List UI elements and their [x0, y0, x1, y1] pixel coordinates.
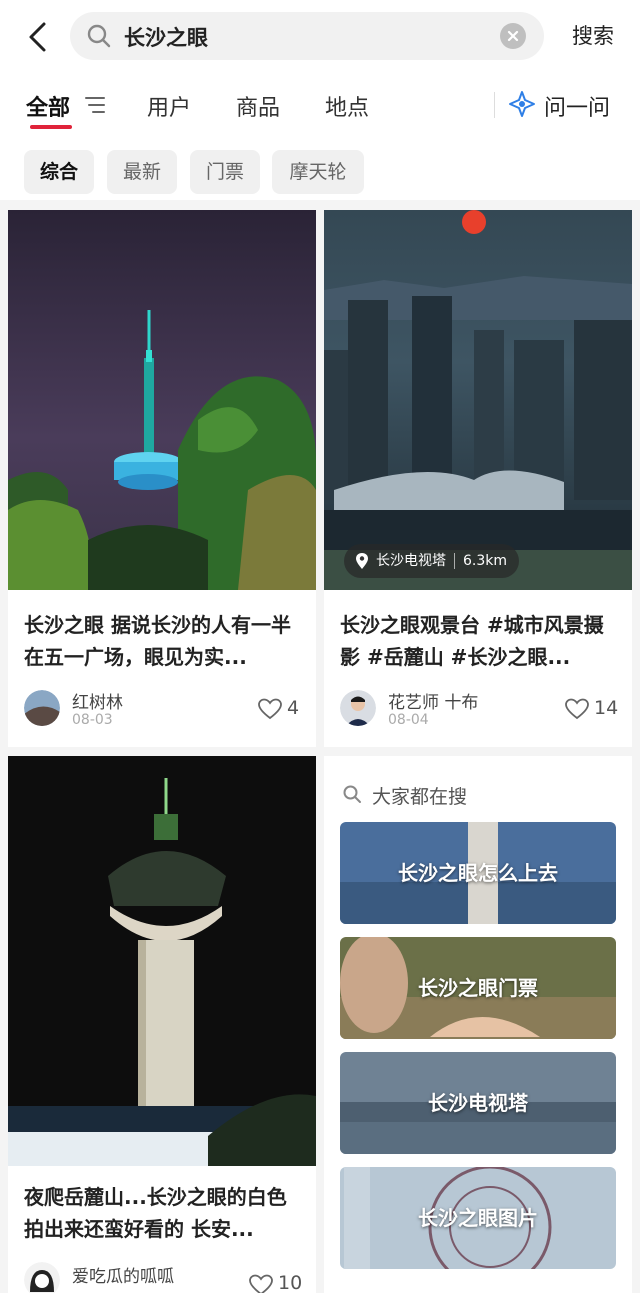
tab-users[interactable]: 用户: [147, 90, 191, 122]
popular-searches-card: 大家都在搜 长沙之眼怎么上去 长沙之眼门票 长沙电视塔 长沙之眼图片: [324, 756, 632, 1293]
post-title[interactable]: 夜爬岳麓山...长沙之眼的白色拍出来还蛮好看的 长安...: [24, 1181, 304, 1245]
ask-sparkle-icon[interactable]: [508, 90, 536, 118]
clear-search-button[interactable]: [500, 23, 526, 49]
suggestion-label: 长沙电视塔: [428, 1091, 528, 1115]
suggestion-label: 长沙之眼图片: [418, 1206, 538, 1230]
location-distance: 6.3km: [463, 553, 508, 569]
tab-places[interactable]: 地点: [325, 90, 369, 122]
like-count: 4: [287, 697, 300, 719]
post-card[interactable]: 夜爬岳麓山...长沙之眼的白色拍出来还蛮好看的 长安... 爱吃瓜的呱呱 10: [8, 756, 316, 1293]
avatar[interactable]: [340, 690, 376, 726]
category-tabs: 全部 用户 商品 地点 问一问: [0, 72, 640, 138]
post-date: 08-04: [388, 712, 429, 728]
chip-tickets[interactable]: 门票: [190, 150, 260, 194]
suggestion-item[interactable]: 长沙之眼怎么上去: [340, 822, 616, 924]
avatar[interactable]: [24, 1262, 60, 1293]
post-image[interactable]: [324, 210, 632, 590]
chip-comprehensive[interactable]: 综合: [24, 150, 94, 194]
like-count: 14: [594, 697, 619, 719]
location-pin-icon: [356, 553, 368, 569]
chip-latest[interactable]: 最新: [107, 150, 177, 194]
ask-button[interactable]: 问一问: [544, 90, 610, 122]
post-card[interactable]: 长沙电视塔 6.3km 长沙之眼观景台 #城市风景摄影 #岳麓山 #长沙之眼..…: [324, 210, 632, 747]
chip-ferris-wheel[interactable]: 摩天轮: [272, 150, 364, 194]
suggestion-label: 长沙之眼门票: [418, 976, 538, 1000]
location-tag[interactable]: 长沙电视塔 6.3km: [344, 544, 520, 578]
location-name: 长沙电视塔: [376, 553, 446, 569]
filter-icon[interactable]: [84, 94, 106, 116]
post-author[interactable]: 花艺师 十布: [388, 688, 478, 713]
like-count: 10: [278, 1272, 303, 1293]
tab-divider: [494, 92, 495, 118]
post-title[interactable]: 长沙之眼 据说长沙的人有一半在五一广场，眼见为实...: [24, 609, 304, 673]
search-icon: [343, 785, 361, 803]
back-arrow-icon[interactable]: [24, 20, 54, 54]
filter-chips: 综合 最新 门票 摩天轮: [0, 138, 640, 200]
search-input[interactable]: 长沙之眼: [70, 12, 544, 60]
post-date: 08-03: [72, 712, 113, 728]
heart-icon[interactable]: [249, 1274, 273, 1293]
active-tab-indicator: [30, 125, 72, 129]
suggestion-item[interactable]: 长沙电视塔: [340, 1052, 616, 1154]
suggestion-item[interactable]: 长沙之眼门票: [340, 937, 616, 1039]
post-author[interactable]: 红树林: [72, 688, 123, 713]
search-query: 长沙之眼: [124, 26, 208, 50]
post-image[interactable]: [8, 756, 316, 1166]
post-title[interactable]: 长沙之眼观景台 #城市风景摄影 #岳麓山 #长沙之眼...: [340, 609, 620, 673]
search-icon: [87, 24, 111, 48]
post-image[interactable]: [8, 210, 316, 590]
search-button[interactable]: 搜索: [572, 20, 614, 50]
post-author[interactable]: 爱吃瓜的呱呱: [72, 1262, 174, 1287]
popular-searches-heading: 大家都在搜: [372, 786, 468, 808]
tab-products[interactable]: 商品: [236, 90, 280, 122]
heart-icon[interactable]: [565, 698, 589, 720]
top-bar: 长沙之眼 搜索: [0, 0, 640, 72]
heart-icon[interactable]: [258, 698, 282, 720]
post-card[interactable]: 长沙之眼 据说长沙的人有一半在五一广场，眼见为实... 红树林 08-03 4: [8, 210, 316, 747]
location-separator: [454, 553, 455, 569]
tab-all[interactable]: 全部: [26, 90, 70, 122]
close-icon: [507, 30, 519, 42]
suggestion-item[interactable]: 长沙之眼图片: [340, 1167, 616, 1269]
avatar[interactable]: [24, 690, 60, 726]
suggestion-label: 长沙之眼怎么上去: [398, 861, 558, 885]
